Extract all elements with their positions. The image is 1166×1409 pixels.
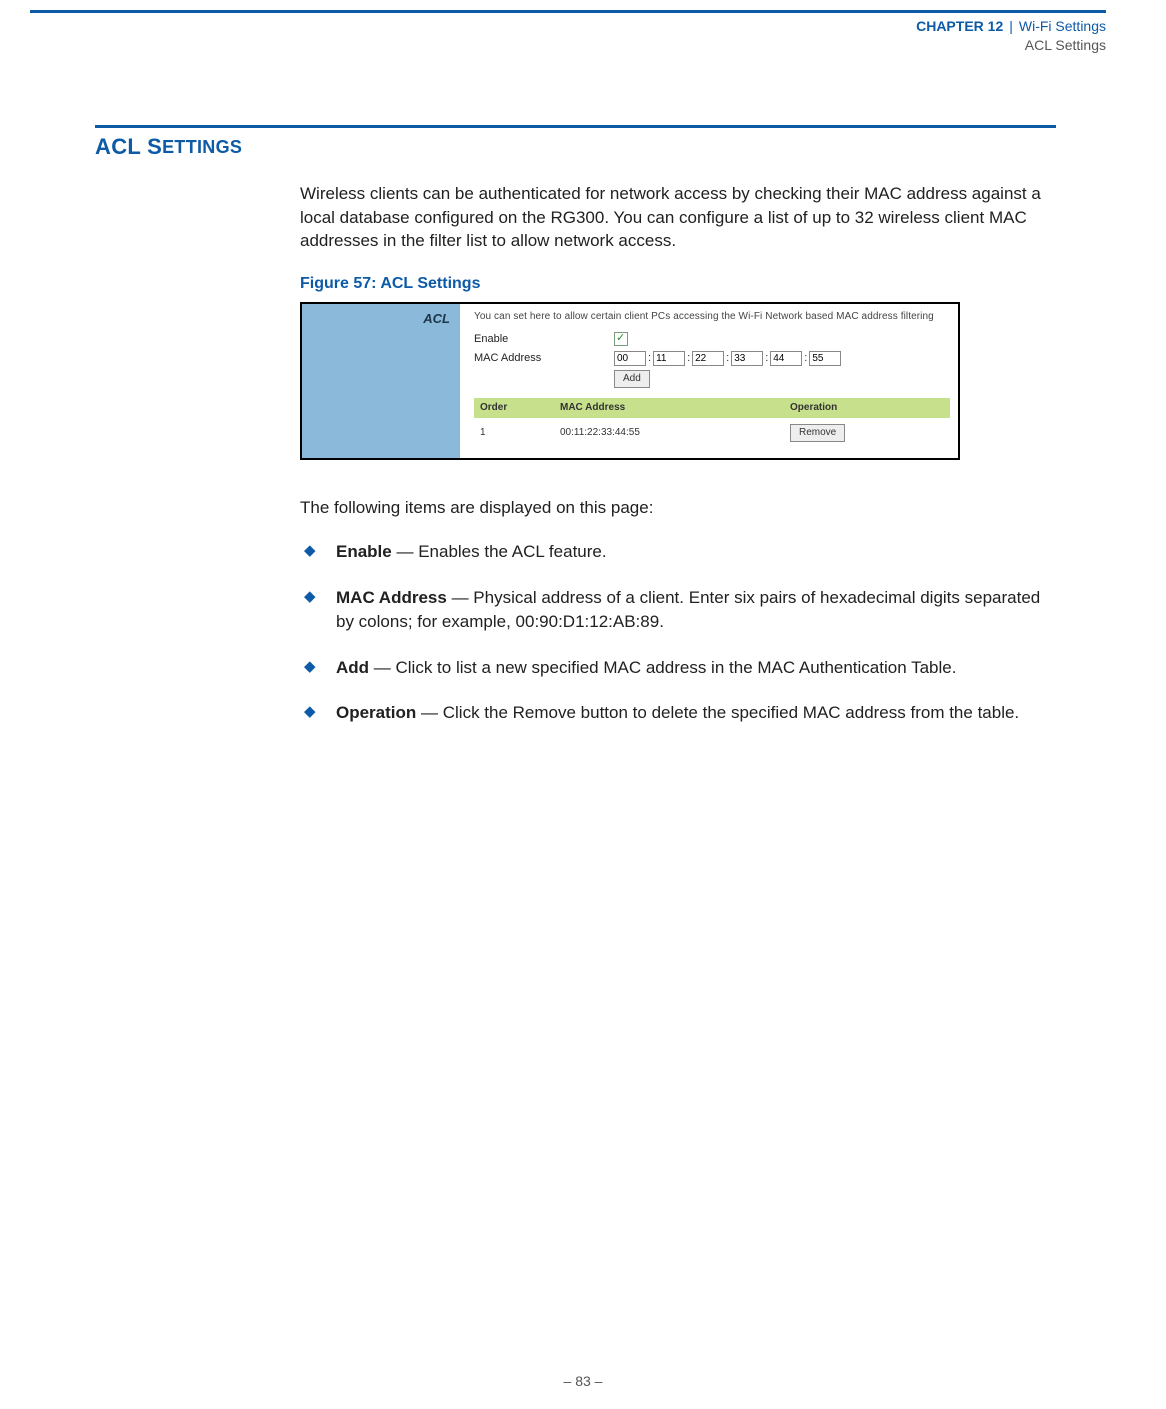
remove-button[interactable]: Remove (790, 424, 845, 442)
acl-table-header: Order MAC Address Operation (474, 398, 950, 418)
intro-paragraph: Wireless clients can be authenticated fo… (300, 182, 1056, 253)
cell-mac: 00:11:22:33:44:55 (560, 426, 790, 440)
section-subtitle: ACL Settings (0, 36, 1106, 55)
item-term: Enable (336, 542, 392, 561)
item-term: Operation (336, 703, 416, 722)
page-number: – 83 – (0, 1373, 1166, 1389)
separator-pipe: | (1009, 18, 1013, 34)
running-head: CHAPTER 12 | Wi-Fi Settings ACL Settings (0, 17, 1106, 55)
mac-octet-4[interactable] (731, 351, 763, 366)
page-heading: ACL SETTINGS (95, 134, 1056, 160)
mac-octet-5[interactable] (770, 351, 802, 366)
heading-rest: ETTINGS (162, 137, 242, 157)
enable-label: Enable (474, 332, 614, 347)
item-desc: — Enables the ACL feature. (392, 542, 607, 561)
item-term: MAC Address (336, 588, 447, 607)
list-item: Add — Click to list a new specified MAC … (300, 656, 1056, 680)
acl-table-row: 1 00:11:22:33:44:55 Remove (474, 418, 950, 444)
list-item: Enable — Enables the ACL feature. (300, 540, 1056, 564)
item-desc: — Click to list a new specified MAC addr… (369, 658, 956, 677)
list-item: Operation — Click the Remove button to d… (300, 701, 1056, 725)
col-header-operation: Operation (790, 401, 950, 415)
section-title: Wi-Fi Settings (1019, 18, 1106, 34)
item-desc: — Click the Remove button to delete the … (416, 703, 1019, 722)
mac-octet-3[interactable] (692, 351, 724, 366)
add-button[interactable]: Add (614, 370, 650, 388)
mac-octet-2[interactable] (653, 351, 685, 366)
mac-octet-1[interactable] (614, 351, 646, 366)
figure-sidebar-title: ACL (423, 311, 450, 326)
figure-main: You can set here to allow certain client… (460, 304, 958, 459)
heading-rule (95, 125, 1056, 128)
col-header-order: Order (480, 401, 560, 415)
list-item: MAC Address — Physical address of a clie… (300, 586, 1056, 634)
mac-address-input-group: ::::: (614, 351, 841, 366)
figure-description: You can set here to allow certain client… (474, 310, 950, 324)
chapter-label: CHAPTER 12 (916, 18, 1003, 34)
mac-octet-6[interactable] (809, 351, 841, 366)
mac-address-label: MAC Address (474, 351, 614, 366)
item-term: Add (336, 658, 369, 677)
followup-text: The following items are displayed on thi… (300, 496, 1056, 520)
figure-caption: Figure 57: ACL Settings (300, 273, 1056, 295)
heading-prefix: ACL S (95, 134, 162, 159)
item-list: Enable — Enables the ACL feature. MAC Ad… (300, 540, 1056, 725)
enable-checkbox[interactable] (614, 332, 628, 346)
cell-order: 1 (480, 426, 560, 440)
col-header-mac: MAC Address (560, 401, 790, 415)
figure-acl-settings: ACL You can set here to allow certain cl… (300, 302, 960, 461)
figure-sidebar: ACL (302, 304, 460, 459)
top-rule (30, 10, 1106, 13)
